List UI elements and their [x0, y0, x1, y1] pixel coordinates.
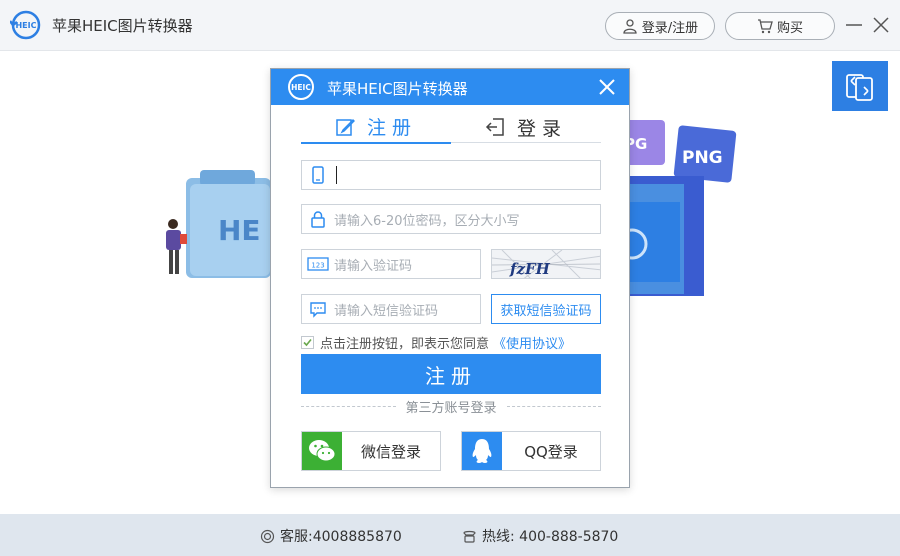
captcha-icon: 123 [302, 250, 334, 278]
customer-service: 客服:4008885870 [260, 526, 402, 546]
get-sms-code-button[interactable]: 获取短信验证码 [491, 294, 601, 324]
minimize-icon[interactable] [843, 14, 865, 36]
footer: 客服:4008885870 热线: 400-888-5870 [0, 514, 900, 556]
password-input[interactable]: 请输入6-20位密码，区分大小写 [301, 204, 601, 234]
svg-text:HEIC: HEIC [15, 21, 36, 30]
customer-service-text: 客服:4008885870 [280, 529, 402, 545]
hotline: 热线: 400-888-5870 [462, 526, 618, 546]
tab-register-label: 注册 [366, 117, 417, 139]
dialog-header: HEIC 苹果HEIC图片转换器 [271, 69, 629, 105]
dialog-close-icon[interactable] [597, 77, 617, 97]
user-icon [623, 19, 637, 34]
sms-code-input[interactable]: 请输入短信验证码 [301, 294, 481, 324]
buy-label: 购买 [776, 20, 803, 36]
auth-tabs: 注册 登录 [301, 111, 601, 144]
wechat-login-button[interactable]: 微信登录 [301, 431, 441, 471]
convert-mode-button[interactable] [832, 61, 888, 111]
tab-login[interactable]: 登录 [451, 111, 601, 143]
app-logo-icon: HEIC [10, 10, 41, 40]
divider-line [506, 405, 602, 407]
agree-text: 点击注册按钮，即表示您同意 [320, 336, 490, 352]
agreement-row: 点击注册按钮，即表示您同意 《使用协议》 [301, 333, 571, 352]
tab-login-label: 登录 [516, 117, 567, 140]
captcha-placeholder: 请输入验证码 [334, 258, 413, 274]
app-title: 苹果HEIC图片转换器 [52, 17, 193, 35]
register-submit-button[interactable]: 注册 [301, 354, 601, 394]
qq-login-label: QQ登录 [524, 442, 578, 461]
dialog-logo-icon: HEIC [288, 74, 314, 100]
png-illus-label: PNG [682, 148, 723, 168]
close-window-icon[interactable] [870, 14, 892, 36]
title-bar: HEIC 苹果HEIC图片转换器 登录/注册 购买 [0, 0, 900, 51]
convert-icon [846, 74, 873, 101]
message-icon [302, 295, 334, 323]
svg-text:123: 123 [311, 262, 324, 270]
checkmark-icon [303, 338, 312, 346]
hotline-text: 热线: 400-888-5870 [482, 529, 619, 545]
sms-placeholder: 请输入短信验证码 [334, 303, 439, 319]
text-cursor [336, 166, 337, 184]
captcha-text: fzFH [509, 260, 551, 278]
register-dialog: HEIC 苹果HEIC图片转换器 注册 登录 请输入6-20位密码，区分大小写 … [270, 68, 630, 488]
qq-penguin-icon [462, 432, 502, 470]
edit-icon [336, 118, 355, 136]
heic-illustration: HE [166, 170, 271, 278]
wechat-icon [302, 432, 342, 470]
cart-icon [757, 19, 773, 34]
third-party-divider: 第三方账号登录 [301, 397, 602, 416]
mobile-icon [302, 161, 334, 189]
svg-text:HEIC: HEIC [291, 83, 311, 92]
lock-icon [302, 205, 334, 233]
headset-icon [260, 529, 275, 543]
terms-link[interactable]: 《使用协议》 [493, 333, 571, 352]
buy-button[interactable]: 购买 [725, 12, 835, 40]
phone-icon [463, 530, 476, 543]
login-register-label: 登录/注册 [641, 20, 699, 36]
captcha-image[interactable]: fzFH [491, 249, 601, 279]
wechat-login-label: 微信登录 [360, 442, 421, 461]
png-illustration: PG PNG [620, 120, 737, 296]
heic-illus-label: HE [218, 214, 261, 247]
captcha-input[interactable]: 123 请输入验证码 [301, 249, 481, 279]
login-register-button[interactable]: 登录/注册 [605, 12, 715, 40]
phone-input[interactable] [301, 160, 601, 190]
sign-in-icon [485, 118, 504, 136]
third-party-label: 第三方账号登录 [405, 400, 497, 416]
agree-checkbox[interactable] [301, 335, 314, 349]
password-placeholder: 请输入6-20位密码，区分大小写 [334, 213, 520, 229]
tab-register[interactable]: 注册 [301, 111, 451, 144]
divider-line [301, 405, 396, 407]
qq-login-button[interactable]: QQ登录 [461, 431, 601, 471]
dialog-title: 苹果HEIC图片转换器 [327, 80, 468, 98]
